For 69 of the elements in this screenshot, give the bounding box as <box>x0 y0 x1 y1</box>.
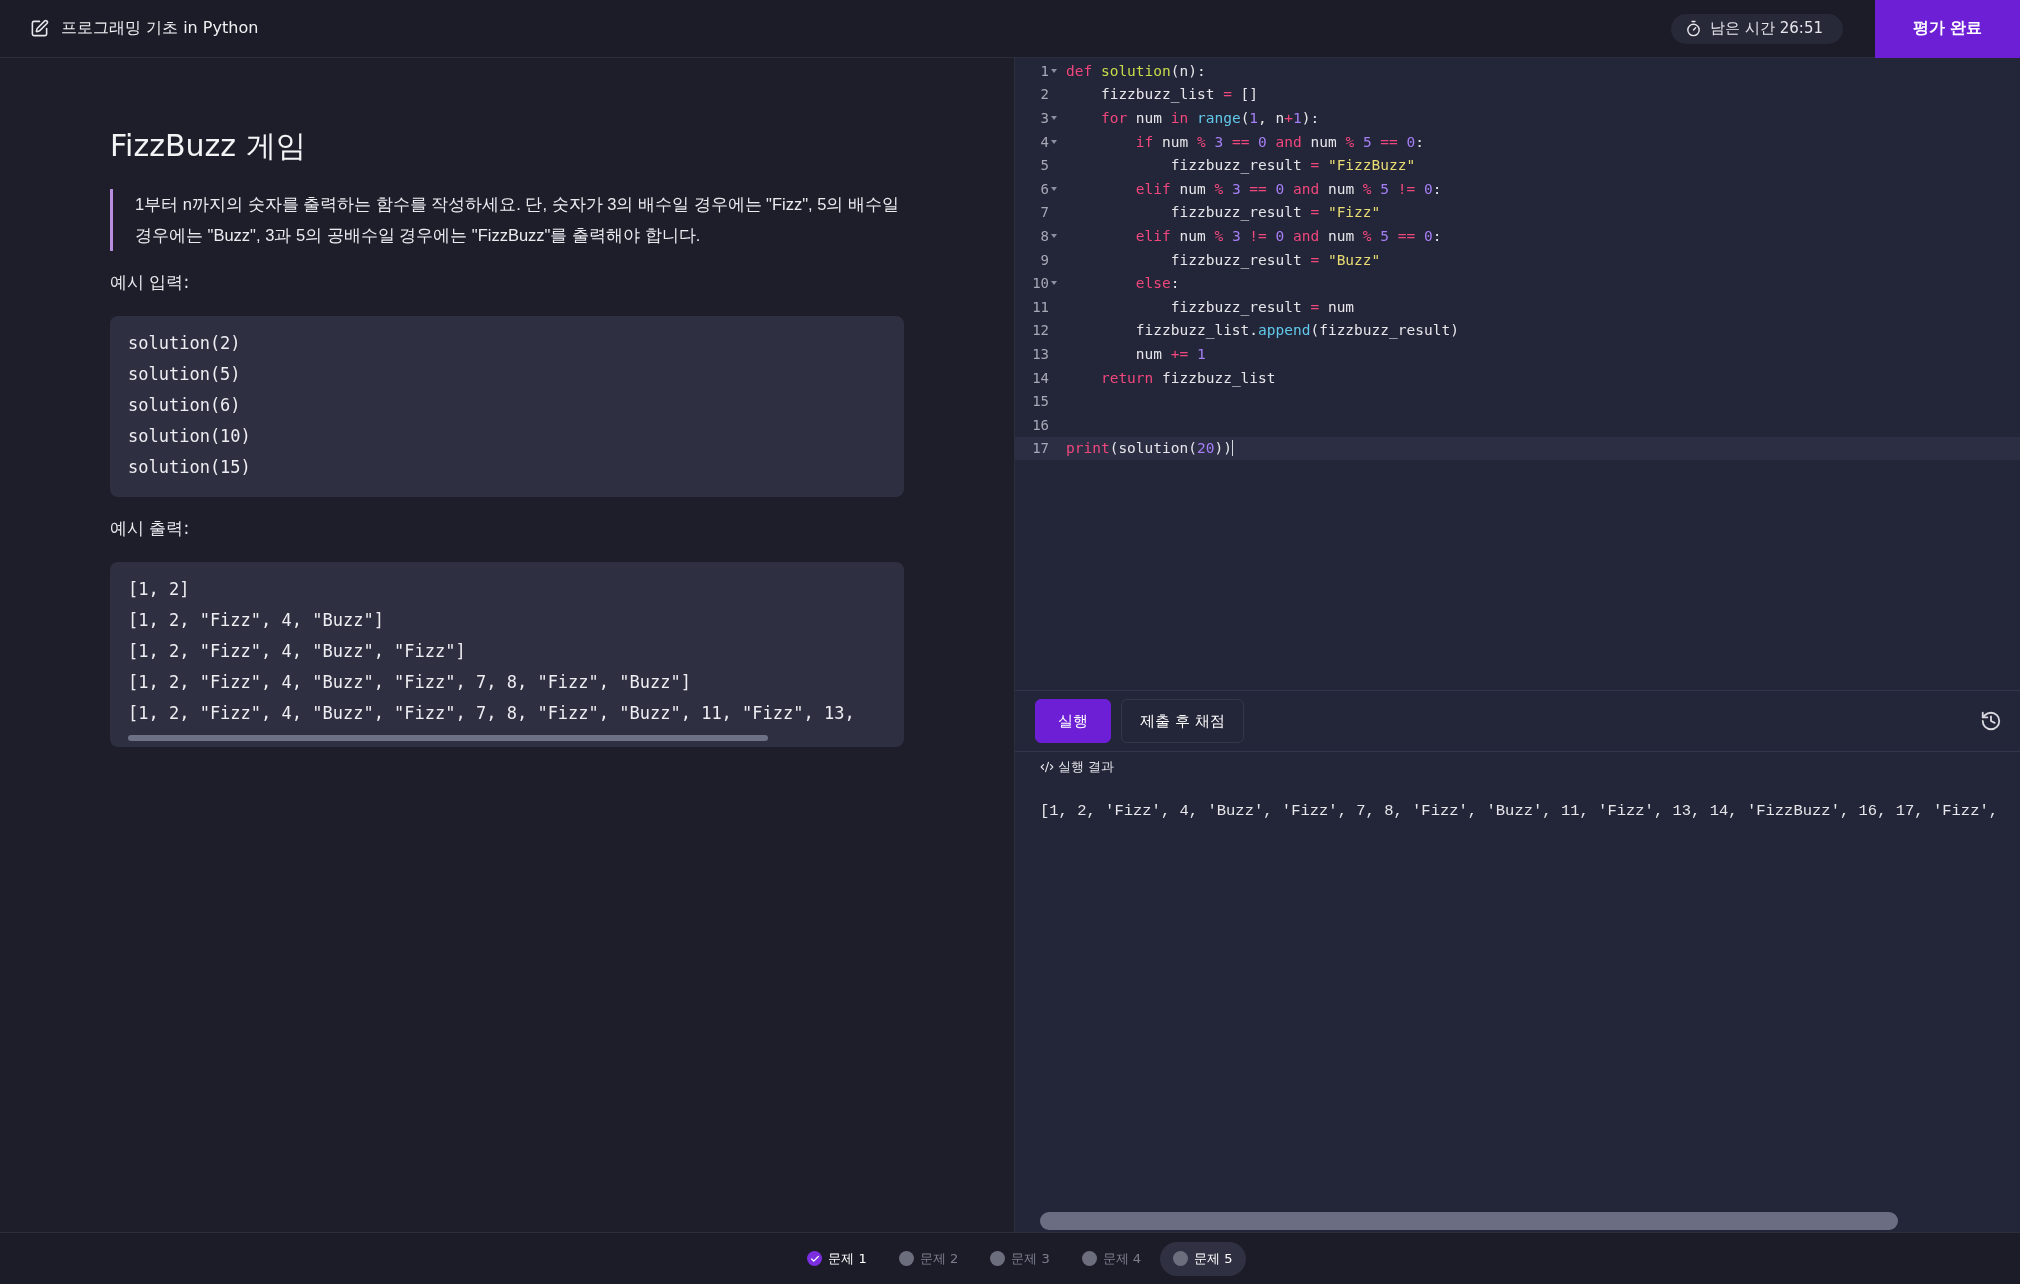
scrollbar[interactable] <box>128 735 768 741</box>
code-line: elif num % 3 == 0 and num % 5 != 0: <box>1134 180 1442 197</box>
line-number: 6 <box>1040 180 1049 197</box>
edit-icon <box>30 19 49 38</box>
line-number: 2 <box>1040 86 1049 103</box>
result-output: [1, 2, 'Fizz', 4, 'Buzz', 'Fizz', 7, 8, 'Fizz', 'Buzz', 11, 'Fizz', 13, 14, 'FizzBuzz', 16, 17, 'Fizz', <box>1039 801 2000 820</box>
code-line: def solution(n): <box>1066 62 1206 79</box>
line-number: 10 <box>1032 275 1049 292</box>
line-number: 14 <box>1032 369 1049 386</box>
code-line: for num in range(1, n+1): <box>1099 110 1320 126</box>
code-line: if num % 3 == 0 and num % 5 == 0: <box>1134 133 1425 150</box>
problem-tab[interactable]: 문제 5 <box>1160 1241 1246 1276</box>
line-number: 15 <box>1032 393 1049 410</box>
line-number: 16 <box>1032 416 1049 433</box>
code-line: fizzbuzz_result = "FizzBuzz" <box>1169 157 1416 174</box>
course-title: 프로그래밍 기초 in Python <box>61 18 259 39</box>
code-line: [1, 2, "Fizz", 4, "Buzz", "Fizz"] <box>128 640 467 663</box>
code-line: print(solution(20)) <box>1066 440 1233 457</box>
output-label: 예시 출력: <box>110 517 191 540</box>
fold-arrow-icon[interactable] <box>1051 68 1057 73</box>
fold-arrow-icon[interactable] <box>1051 233 1057 238</box>
problem-description: 1부터 n까지의 숫자를 출력하는 함수를 작성하세요. 단, 숫자가 3의 배수일 경우에는 "Fizz", 5의 배수일 경우에는 "Buzz", 3과 5의 공배수일 경우에는 "FizzBuzz"를 출력해야 합니다. <box>110 189 916 251</box>
line-number: 8 <box>1040 227 1049 244</box>
problem-tab[interactable]: 문제 1 <box>794 1241 880 1276</box>
code-line: return fizzbuzz_list <box>1099 369 1276 386</box>
problem-tab[interactable]: 문제 3 <box>977 1241 1063 1276</box>
code-line: [1, 2, "Fizz", 4, "Buzz", "Fizz", 7, 8, "Fizz", "Buzz", 11, "Fizz", 13, <box>128 702 856 725</box>
history-icon[interactable] <box>1980 710 2002 732</box>
code-line: fizzbuzz_result = "Fizz" <box>1169 204 1381 221</box>
submit-button[interactable]: 제출 후 채점 <box>1121 699 1244 743</box>
problem-tab[interactable]: 문제 4 <box>1068 1241 1155 1276</box>
code-line: [1, 2, "Fizz", 4, "Buzz", "Fizz", 7, 8, "Fizz", "Buzz"] <box>128 671 692 694</box>
line-number: 12 <box>1032 322 1049 339</box>
timer-badge: 남은 시간 26:51 <box>1671 13 1843 44</box>
line-number: 4 <box>1040 133 1049 150</box>
result-label: 실행 결과 <box>1058 758 1115 776</box>
code-line: solution(2) <box>128 332 242 355</box>
line-number: 13 <box>1032 345 1049 362</box>
line-number: 3 <box>1040 110 1049 126</box>
line-number: 11 <box>1032 298 1049 315</box>
problem-title: FizzBuzz 게임 <box>110 127 307 165</box>
code-icon <box>1040 760 1054 774</box>
finish-button[interactable]: 평가 완료 <box>1875 0 2020 58</box>
code-line: solution(15) <box>128 456 252 479</box>
code-line: num += 1 <box>1134 345 1206 362</box>
code-line: else: <box>1134 275 1180 292</box>
line-number: 1 <box>1040 62 1049 79</box>
code-line: elif num % 3 != 0 and num % 5 == 0: <box>1134 227 1442 244</box>
code-line: solution(5) <box>128 363 242 386</box>
fold-arrow-icon[interactable] <box>1051 186 1057 191</box>
code-line: fizzbuzz_list.append(fizzbuzz_result) <box>1134 322 1459 339</box>
input-label: 예시 입력: <box>110 271 191 294</box>
line-number: 5 <box>1040 157 1049 174</box>
code-line: solution(10) <box>128 425 252 448</box>
line-number: 9 <box>1040 251 1049 268</box>
code-line: solution(6) <box>128 394 242 417</box>
fold-arrow-icon[interactable] <box>1051 139 1057 144</box>
line-number: 17 <box>1032 440 1049 457</box>
line-number: 7 <box>1040 204 1049 221</box>
code-line: [1, 2] <box>128 578 191 601</box>
code-line: fizzbuzz_list = [] <box>1099 86 1259 103</box>
scrollbar[interactable] <box>1040 1212 1898 1230</box>
run-button[interactable]: 실행 <box>1035 699 1111 743</box>
fold-arrow-icon[interactable] <box>1051 116 1057 120</box>
code-line: fizzbuzz_result = num <box>1169 298 1355 315</box>
problem-tab[interactable]: 문제 2 <box>885 1241 972 1276</box>
code-line: fizzbuzz_result = "Buzz" <box>1169 251 1381 268</box>
code-line: [1, 2, "Fizz", 4, "Buzz"] <box>128 609 385 632</box>
fold-arrow-icon[interactable] <box>1051 281 1057 286</box>
